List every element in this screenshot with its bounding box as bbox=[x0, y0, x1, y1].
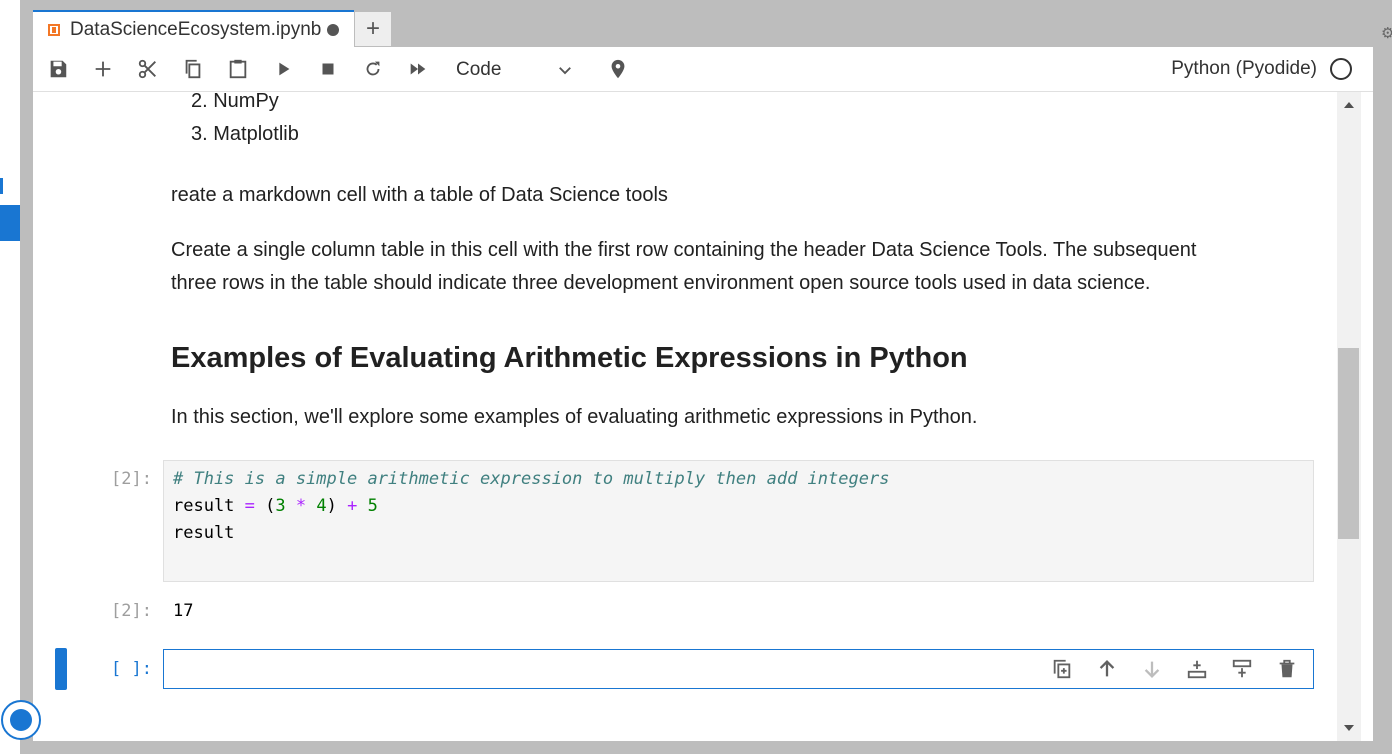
chevron-down-icon bbox=[559, 67, 571, 75]
gear-icon[interactable]: ⚙ bbox=[1381, 24, 1392, 42]
scroll-down-icon[interactable] bbox=[1344, 725, 1354, 731]
save-button[interactable] bbox=[46, 57, 70, 81]
active-cell-indicator[interactable] bbox=[55, 648, 67, 690]
trash-icon bbox=[1279, 659, 1295, 678]
code-comment: # This is a simple arithmetic expression… bbox=[173, 469, 890, 489]
map-pin-icon bbox=[611, 59, 625, 79]
status-indicator-icon[interactable] bbox=[1, 700, 41, 740]
scroll-up-icon[interactable] bbox=[1344, 102, 1354, 108]
duplicate-icon bbox=[1053, 659, 1071, 679]
markdown-paragraph: In this section, we'll explore some exam… bbox=[171, 406, 978, 428]
insert-below-button[interactable] bbox=[1230, 657, 1254, 681]
delete-cell-button[interactable] bbox=[1275, 657, 1299, 681]
sidebar-active-indicator[interactable] bbox=[0, 205, 20, 241]
paste-icon bbox=[229, 59, 247, 79]
cut-icon bbox=[138, 59, 156, 79]
code-line: result = (3 * 4) + 5 bbox=[173, 496, 378, 516]
run-all-button[interactable] bbox=[406, 57, 430, 81]
add-cell-button[interactable] bbox=[91, 57, 115, 81]
arrow-down-icon bbox=[1144, 661, 1160, 678]
paste-button[interactable] bbox=[226, 57, 250, 81]
list-item: 3. Matplotlib bbox=[191, 123, 299, 145]
add-icon bbox=[95, 61, 111, 77]
markdown-paragraph: three rows in the table should indicate … bbox=[171, 272, 1151, 294]
right-frame bbox=[1373, 47, 1392, 754]
insert-above-button[interactable] bbox=[1185, 657, 1209, 681]
empty-code-cell-editor[interactable] bbox=[163, 649, 1314, 689]
restart-button[interactable] bbox=[361, 57, 385, 81]
output-prompt: [2]: bbox=[111, 601, 152, 621]
notebook-scrollbar[interactable] bbox=[1337, 92, 1361, 741]
stop-button[interactable] bbox=[316, 57, 340, 81]
insert-below-icon bbox=[1232, 659, 1252, 678]
cell-output: 17 bbox=[173, 601, 194, 621]
notebook-toolbar: Code Python (Pyodide) bbox=[33, 47, 1373, 92]
cell-toolbar bbox=[1050, 657, 1299, 681]
cell-type-value: Code bbox=[456, 59, 502, 80]
input-prompt: [ ]: bbox=[111, 659, 152, 679]
insert-above-icon bbox=[1187, 660, 1207, 679]
left-sidebar-edge bbox=[0, 0, 21, 754]
tab-title: DataScienceEcosystem.ipynb bbox=[70, 18, 322, 40]
right-gutter bbox=[1361, 92, 1373, 741]
move-up-button[interactable] bbox=[1095, 657, 1119, 681]
stop-icon bbox=[322, 63, 334, 75]
cell-type-select[interactable]: Code bbox=[456, 57, 616, 83]
move-down-button[interactable] bbox=[1140, 657, 1164, 681]
left-frame bbox=[20, 0, 33, 754]
scroll-thumb[interactable] bbox=[1338, 348, 1359, 539]
copy-icon bbox=[185, 59, 201, 79]
code-line: result bbox=[173, 523, 235, 543]
notebook-panel: 2. NumPy 3. Matplotlib reate a markdown … bbox=[33, 92, 1337, 741]
run-icon bbox=[279, 62, 290, 76]
list-item: 2. NumPy bbox=[191, 92, 279, 112]
arrow-up-icon bbox=[1099, 660, 1115, 677]
duplicate-cell-button[interactable] bbox=[1050, 657, 1074, 681]
kernel-name[interactable]: Python (Pyodide) bbox=[1171, 58, 1317, 80]
notebook-icon bbox=[48, 23, 60, 36]
input-prompt: [2]: bbox=[111, 469, 152, 489]
fast-forward-icon bbox=[410, 63, 426, 75]
kernel-status-icon bbox=[1330, 58, 1352, 80]
restart-icon bbox=[366, 61, 380, 76]
bottom-frame bbox=[20, 741, 1373, 754]
debugger-button[interactable] bbox=[606, 57, 630, 81]
save-icon bbox=[50, 60, 67, 78]
notebook-tab[interactable]: DataScienceEcosystem.ipynb bbox=[33, 10, 354, 47]
code-cell-editor[interactable]: # This is a simple arithmetic expression… bbox=[163, 460, 1314, 582]
cut-button[interactable] bbox=[136, 57, 160, 81]
new-tab-button[interactable]: + bbox=[355, 12, 391, 46]
sidebar-indicator bbox=[0, 178, 3, 194]
copy-button[interactable] bbox=[181, 57, 205, 81]
markdown-paragraph: Create a single column table in this cel… bbox=[171, 239, 1197, 261]
markdown-paragraph: reate a markdown cell with a table of Da… bbox=[171, 184, 668, 206]
section-heading: Examples of Evaluating Arithmetic Expres… bbox=[171, 342, 968, 374]
unsaved-indicator-icon[interactable] bbox=[327, 23, 340, 36]
run-button[interactable] bbox=[271, 57, 295, 81]
